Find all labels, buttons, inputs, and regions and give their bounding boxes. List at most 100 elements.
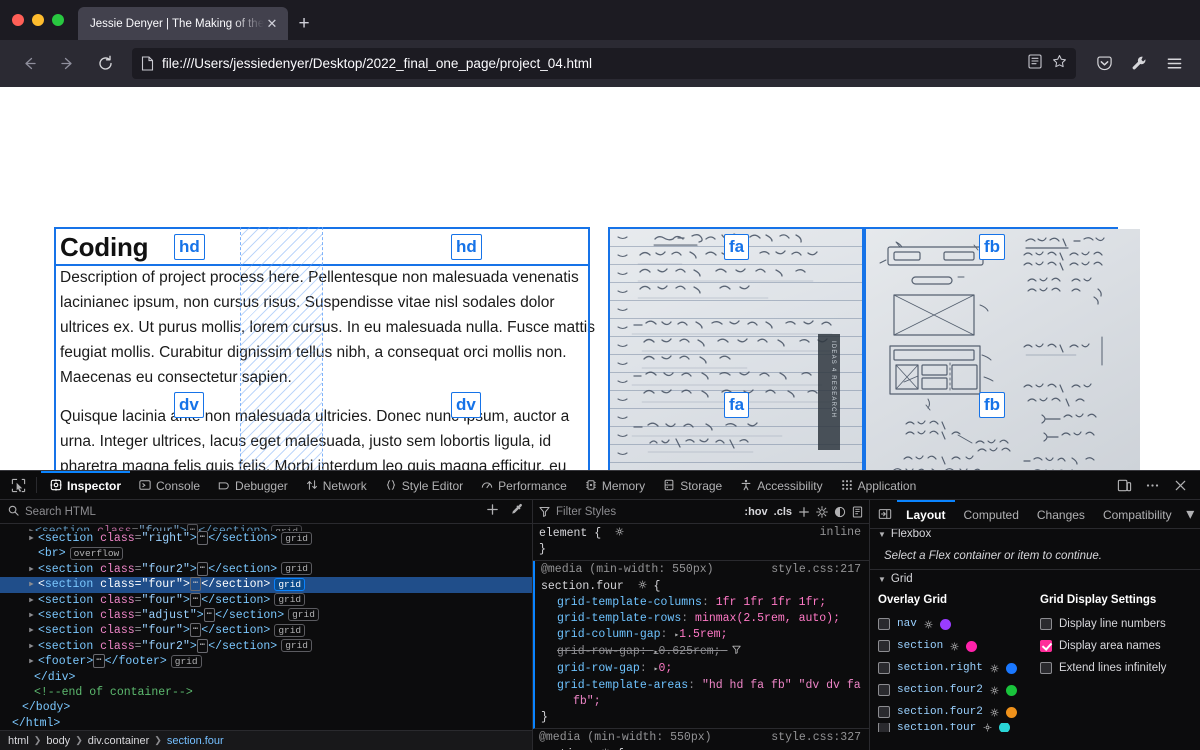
responsive-design-mode-icon[interactable] [1112, 473, 1136, 497]
tree-row-clipped[interactable]: ▸<section class="four">⋯</section>grid [0, 524, 532, 531]
table-row[interactable]: ▸ <section class="four"> ⋯ </section> grid [0, 623, 532, 638]
checkbox[interactable] [1040, 618, 1052, 630]
table-row[interactable]: </div> [0, 670, 532, 685]
css-declaration[interactable]: grid-column-gap: ▸1.5rem; [535, 627, 869, 644]
css-declaration[interactable]: grid-row-gap: ▸0; [535, 661, 869, 678]
eyedropper-icon[interactable] [511, 503, 524, 521]
checkbox[interactable] [878, 684, 890, 696]
gear-icon[interactable] [608, 525, 624, 541]
css-rule-section[interactable]: @media (min-width: 550px) style.css:327 … [533, 729, 869, 750]
url-bar[interactable]: file:///Users/jessiedenyer/Desktop/2022_… [132, 48, 1076, 79]
css-property[interactable]: grid-template-areas [557, 679, 688, 692]
new-tab-button[interactable]: + [288, 7, 320, 40]
grid-settings-icon[interactable] [990, 708, 999, 717]
element-picker-icon[interactable] [4, 471, 32, 499]
color-swatch[interactable] [1005, 684, 1017, 696]
forward-arrow-icon[interactable] [50, 49, 84, 79]
table-row[interactable]: ▸ <section class="right"> ⋯ </section> grid [0, 531, 532, 546]
breadcrumb-item-section-four[interactable]: section.four [167, 735, 224, 747]
reload-icon[interactable] [88, 49, 122, 79]
badge-grid[interactable]: grid [288, 608, 319, 622]
overlay-item-section-four2[interactable]: section.four2 [878, 679, 1030, 701]
html-search-bar[interactable]: Search HTML [0, 500, 532, 524]
table-row[interactable]: ▸ <section class="adjust"> ⋯ </section> grid [0, 607, 532, 623]
checkbox[interactable] [878, 640, 890, 652]
badge-grid[interactable]: grid [274, 593, 306, 607]
table-row[interactable]: ▸ <section class="four2"> ⋯ </section> grid [0, 561, 532, 577]
star-icon[interactable] [1052, 54, 1067, 74]
tab-application[interactable]: Application [832, 471, 926, 499]
css-rule-element-inline[interactable]: element { inline } [533, 524, 869, 562]
table-row[interactable]: ▸ <footer> ⋯ </footer> grid [0, 654, 532, 669]
tab-accessibility[interactable]: Accessibility [731, 471, 831, 499]
tab-computed[interactable]: Computed [955, 500, 1028, 528]
color-swatch[interactable] [1005, 662, 1017, 674]
css-property[interactable]: grid-row-gap [557, 645, 640, 658]
tab-changes[interactable]: Changes [1028, 500, 1094, 528]
tab-debugger[interactable]: Debugger [209, 471, 297, 499]
hover-states-button[interactable]: :hov [744, 506, 767, 518]
css-property[interactable]: grid-row-gap [557, 662, 640, 675]
chevron-down-icon[interactable]: ▾ [1181, 500, 1200, 528]
table-row-selected[interactable]: ▸ <section class="four"> ⋯ </section> grid [0, 577, 532, 593]
css-value[interactable]: 1.5rem; [679, 628, 727, 641]
close-icon[interactable]: ✕ [264, 17, 280, 30]
css-value[interactable]: 0.625rem; [658, 645, 720, 658]
tab-inspector[interactable]: Inspector [41, 471, 131, 499]
maximize-window-button[interactable] [52, 14, 64, 26]
tab-style-editor[interactable]: Style Editor [376, 471, 472, 499]
color-swatch[interactable] [1005, 706, 1017, 718]
filter-styles-input[interactable]: Filter Styles [556, 506, 738, 518]
table-row[interactable]: </body> [0, 700, 532, 715]
overlay-item-section-four[interactable]: section.four [878, 723, 1030, 732]
overlay-item-section[interactable]: section [878, 635, 1030, 657]
grid-settings-icon[interactable] [983, 723, 992, 732]
breadcrumb-item-div-container[interactable]: div.container [88, 735, 150, 747]
wrench-icon[interactable] [1125, 50, 1153, 78]
tab-performance[interactable]: Performance [472, 471, 576, 499]
css-property[interactable]: grid-template-rows [557, 612, 681, 625]
checkbox[interactable] [878, 723, 890, 732]
setting-display-line-numbers[interactable]: Display line numbers [1040, 613, 1192, 635]
grid-settings-icon[interactable] [990, 664, 999, 673]
table-row[interactable]: ▸ <section class="four"> ⋯ </section> grid [0, 592, 532, 608]
html-tree[interactable]: ▸<section class="four">⋯</section>grid ▸… [0, 524, 532, 730]
back-arrow-icon[interactable] [12, 49, 46, 79]
checkbox[interactable] [878, 662, 890, 674]
grid-settings-icon[interactable] [950, 642, 959, 651]
close-window-button[interactable] [12, 14, 24, 26]
grid-settings-icon[interactable] [924, 620, 933, 629]
css-property[interactable]: grid-template-columns [557, 596, 702, 609]
checkbox[interactable] [878, 706, 890, 718]
css-value[interactable]: 1fr 1fr 1fr 1fr; [716, 596, 826, 609]
tab-compatibility[interactable]: Compatibility [1094, 500, 1181, 528]
checkbox[interactable] [1040, 662, 1052, 674]
css-rule-section-four[interactable]: @media (min-width: 550px) style.css:217 … [533, 561, 869, 730]
css-value[interactable]: 0; [658, 662, 672, 675]
close-devtools-icon[interactable] [1168, 473, 1192, 497]
dark-scheme-icon[interactable] [834, 506, 846, 518]
gear-icon[interactable] [631, 578, 647, 594]
tab-layout[interactable]: Layout [897, 500, 955, 528]
checkbox-checked[interactable] [1040, 640, 1052, 652]
search-input[interactable]: Search HTML [25, 506, 480, 518]
breadcrumb-item-body[interactable]: body [46, 735, 70, 747]
grid-section-header[interactable]: ▼ Grid [870, 569, 1200, 588]
browser-tab[interactable]: Jessie Denyer | The Making of the W ✕ [78, 7, 288, 40]
tab-memory[interactable]: Memory [576, 471, 654, 499]
css-property[interactable]: grid-column-gap [557, 628, 661, 641]
plus-icon[interactable] [798, 506, 810, 518]
overlay-item-section-right[interactable]: section.right [878, 657, 1030, 679]
tab-storage[interactable]: Storage [654, 471, 731, 499]
color-swatch[interactable] [966, 640, 978, 652]
css-declaration[interactable]: grid-template-areas: "hd hd fa fb" "dv d… [535, 678, 869, 694]
tab-network[interactable]: Network [297, 471, 376, 499]
badge-grid[interactable]: grid [274, 623, 306, 637]
grid-settings-icon[interactable] [990, 686, 999, 695]
table-row[interactable]: ▸ <section class="four2"> ⋯ </section> grid [0, 638, 532, 654]
css-declaration[interactable]: grid-template-rows: minmax(2.5rem, auto)… [535, 611, 869, 627]
badge-grid[interactable]: grid [281, 639, 313, 653]
badge-grid[interactable]: grid [170, 654, 202, 668]
reader-mode-icon[interactable] [1028, 53, 1042, 74]
checkbox[interactable] [878, 618, 890, 630]
